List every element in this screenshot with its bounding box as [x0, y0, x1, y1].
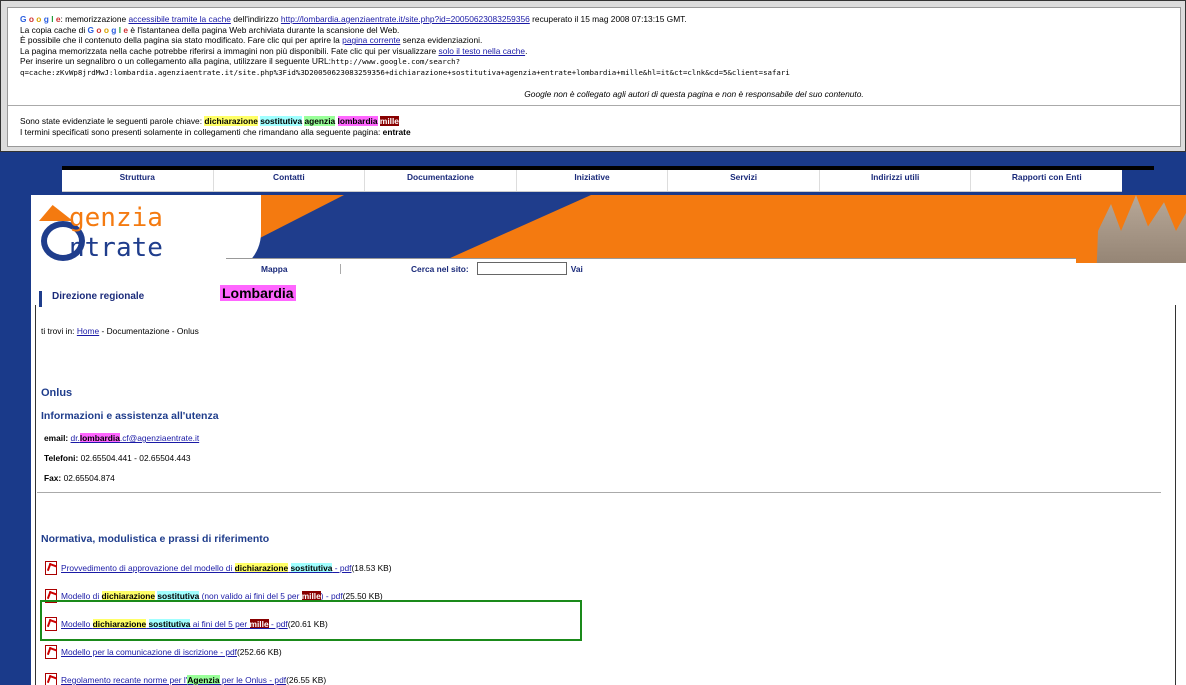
search-go-button[interactable]: Vai — [571, 264, 583, 274]
fax-line: Fax: 02.65504.874 — [44, 473, 115, 483]
mappa-link[interactable]: Mappa — [261, 263, 341, 274]
nav-servizi[interactable]: Servizi — [668, 170, 820, 191]
keyword-summary: Sono state evidenziate le seguenti parol… — [20, 116, 411, 137]
cache-banner: G o o g l e: memorizzazione accessibile … — [0, 0, 1186, 152]
original-url-link[interactable]: http://lombardia.agenziaentrate.it/site.… — [281, 14, 530, 24]
logo-line-2: ntrate — [69, 233, 163, 263]
keyword-5: mille — [379, 116, 399, 126]
list-item: Provvedimento di approvazione del modell… — [45, 561, 392, 575]
keyword-3: agenzia — [304, 116, 336, 126]
google-logo-text-inline: G o o g l e — [87, 24, 129, 35]
list-item: Regolamento recante norme per l'Agenzia … — [45, 673, 326, 685]
pdf-icon — [45, 617, 57, 631]
cache-line-3: È possibile che il contenuto della pagin… — [20, 35, 483, 46]
cache-line-1: G o o g l e: memorizzazione accessibile … — [20, 14, 687, 24]
bookmark-url-b: q=cache:zKvWp8jrdMwJ:lombardia.agenziaen… — [20, 67, 790, 77]
bookmark-url-a: http://www.google.com/search? — [331, 57, 461, 67]
cache-line-4: La pagina memorizzata nella cache potreb… — [20, 45, 528, 56]
link-only-term: entrate — [382, 126, 411, 137]
pdf-icon — [45, 561, 57, 575]
cache-banner-inner: G o o g l e: memorizzazione accessibile … — [7, 7, 1181, 147]
doc-link-1[interactable]: Provvedimento di approvazione del modell… — [61, 563, 352, 573]
logo-a-shape — [39, 205, 73, 221]
keyword-1: dichiarazione — [204, 116, 258, 126]
keyword-2: sostitutiva — [260, 116, 303, 126]
region-title: Lombardia — [220, 285, 296, 301]
sub-navigation: Mappa Cerca nel sito: Vai — [226, 258, 1076, 278]
nav-contatti[interactable]: Contatti — [214, 170, 366, 191]
google-logo-text: G o o g l e — [20, 14, 61, 24]
telefoni-line: Telefoni: 02.65504.441 - 02.65504.443 — [44, 453, 191, 463]
cache-link[interactable]: accessibile tramite la cache — [128, 14, 230, 24]
keyword-4: lombardia — [337, 116, 378, 126]
agenzia-entrate-logo[interactable]: genzia ntrate — [39, 203, 239, 263]
site-search-input[interactable] — [476, 262, 567, 275]
list-item: Modello per la comunicazione di iscrizio… — [45, 645, 282, 659]
doc-link-3[interactable]: Modello dichiarazione sostitutiva ai fin… — [61, 619, 288, 629]
search-label: Cerca nel sito: — [411, 263, 469, 274]
email-link[interactable]: dr.lombardia.cf@agenziaentrate.it — [71, 433, 199, 443]
doc-link-5[interactable]: Regolamento recante norme per l'Agenzia … — [61, 675, 286, 685]
cache-line-5: Per inserire un segnalibro o un collegam… — [20, 56, 461, 67]
nav-iniziative[interactable]: Iniziative — [517, 170, 669, 191]
normativa-heading: Normativa, modulistica e prassi di rifer… — [41, 533, 270, 545]
cache-line-2: La copia cache di G o o g l e è l'istant… — [20, 24, 400, 35]
nav-rapporti-con-enti[interactable]: Rapporti con Enti — [971, 170, 1122, 191]
list-item: Modello dichiarazione sostitutiva ai fin… — [45, 617, 328, 631]
pdf-icon — [45, 673, 57, 685]
nav-struttura[interactable]: Struttura — [62, 170, 214, 191]
pdf-icon — [45, 645, 57, 659]
logo-line-1: genzia — [69, 203, 163, 233]
nav-indirizzi-utili[interactable]: Indirizzi utili — [820, 170, 972, 191]
page-title: Onlus — [41, 387, 73, 399]
section-divider — [37, 492, 1161, 493]
cache-info: G o o g l e: memorizzazione accessibile … — [8, 8, 1180, 106]
current-page-link[interactable]: pagina corrente — [342, 35, 400, 45]
top-navigation: Struttura Contatti Documentazione Inizia… — [62, 170, 1122, 192]
cache-disclaimer: Google non è collegato agli autori di qu… — [524, 88, 864, 99]
cathedral-image — [1096, 195, 1186, 263]
email-line: email: dr.lombardia.cf@agenziaentrate.it — [44, 433, 200, 443]
info-heading: Informazioni e assistenza all'utenza — [41, 410, 219, 422]
breadcrumb-home-link[interactable]: Home — [77, 326, 99, 336]
doc-link-4[interactable]: Modello per la comunicazione di iscrizio… — [61, 647, 237, 657]
breadcrumb: ti trovi in: Home - Documentazione - Onl… — [41, 326, 199, 336]
site-page: genzia ntrate Mappa Cerca nel sito: Vai … — [31, 195, 1186, 685]
header-blue-stripe — [211, 195, 591, 263]
text-only-link[interactable]: solo il testo nella cache — [439, 46, 526, 56]
nav-documentazione[interactable]: Documentazione — [365, 170, 517, 191]
